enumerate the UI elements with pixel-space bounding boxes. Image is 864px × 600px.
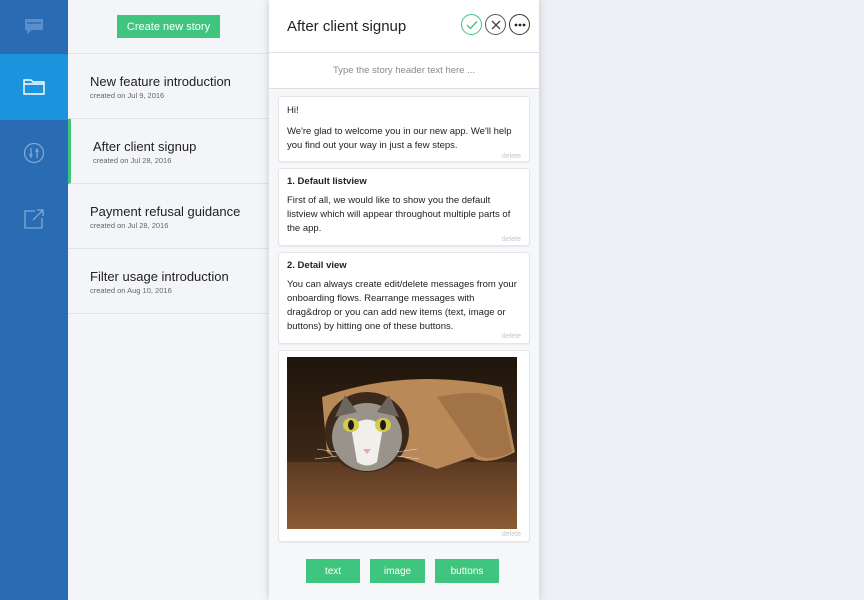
sliders-icon xyxy=(23,142,45,164)
close-button[interactable] xyxy=(485,14,506,35)
external-link-icon xyxy=(24,209,44,229)
delete-link[interactable]: delete xyxy=(287,529,521,540)
message-card[interactable]: 1. Default listview First of all, we wou… xyxy=(278,168,530,246)
close-icon xyxy=(491,20,500,29)
editor-title: After client signup xyxy=(287,17,407,35)
story-date: created on Jul 28, 2016 xyxy=(90,221,169,230)
story-editor: After client signup Hi! We're glad to we… xyxy=(269,0,539,600)
story-date: created on Jul 28, 2016 xyxy=(93,156,172,165)
cat-photo xyxy=(287,357,517,529)
rail-export[interactable] xyxy=(0,186,68,252)
story-header-field xyxy=(269,53,539,89)
add-image-button[interactable]: image xyxy=(370,559,425,583)
story-list-panel: Create new story New feature introductio… xyxy=(68,0,269,600)
message-list: Hi! We're glad to welcome you in our new… xyxy=(278,96,530,548)
folder-icon xyxy=(23,79,45,95)
rail-stories[interactable] xyxy=(0,54,68,120)
message-card[interactable]: 2. Detail view You can always create edi… xyxy=(278,252,530,344)
message-body: You can always create edit/delete messag… xyxy=(287,279,517,332)
story-title: Filter usage introduction xyxy=(90,269,229,284)
message-heading: 2. Detail view xyxy=(287,260,347,271)
message-body: We're glad to welcome you in our new app… xyxy=(287,126,512,151)
app-logo[interactable] xyxy=(0,0,68,54)
message-card[interactable]: Hi! We're glad to welcome you in our new… xyxy=(278,96,530,162)
add-buttons-button[interactable]: buttons xyxy=(435,559,499,583)
delete-link[interactable]: delete xyxy=(287,234,521,245)
icon-rail xyxy=(0,0,68,600)
more-options-button[interactable] xyxy=(509,14,530,35)
confirm-button[interactable] xyxy=(461,14,482,35)
cat-image xyxy=(287,357,517,529)
story-title: Payment refusal guidance xyxy=(90,204,241,219)
message-body: First of all, we would like to show you … xyxy=(287,195,511,234)
story-date: created on Aug 10, 2016 xyxy=(90,286,172,295)
list-header: Create new story xyxy=(68,0,269,54)
chat-logo-icon xyxy=(25,19,43,34)
message-heading: 1. Default listview xyxy=(287,176,367,187)
image-card[interactable]: delete xyxy=(278,350,530,542)
rail-settings[interactable] xyxy=(0,120,68,186)
story-item[interactable]: New feature introduction created on Jul … xyxy=(68,54,269,119)
message-heading: Hi! xyxy=(287,105,299,116)
story-item-active[interactable]: After client signup created on Jul 28, 2… xyxy=(68,119,269,184)
header-actions xyxy=(461,14,530,35)
story-date: created on Jul 9, 2016 xyxy=(90,91,165,100)
create-story-button[interactable]: Create new story xyxy=(117,15,220,38)
story-item[interactable]: Filter usage introduction created on Aug… xyxy=(68,249,269,314)
story-title: New feature introduction xyxy=(90,74,231,89)
add-item-buttons: text image buttons xyxy=(306,559,499,583)
story-header-input[interactable] xyxy=(269,53,539,88)
story-item[interactable]: Payment refusal guidance created on Jul … xyxy=(68,184,269,249)
ellipsis-icon xyxy=(514,23,525,26)
editor-header: After client signup xyxy=(269,0,539,53)
add-text-button[interactable]: text xyxy=(306,559,360,583)
story-title: After client signup xyxy=(93,139,197,154)
check-icon xyxy=(466,20,478,30)
